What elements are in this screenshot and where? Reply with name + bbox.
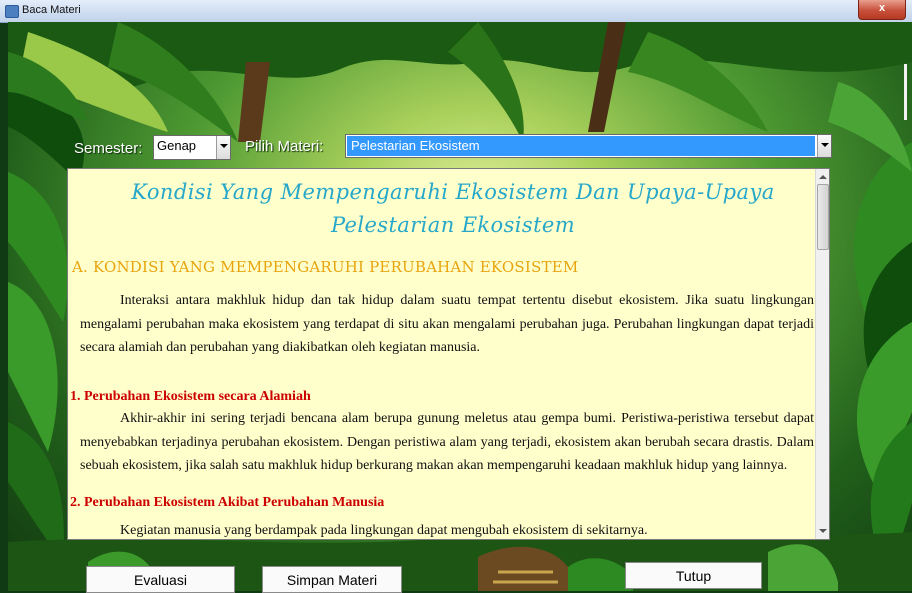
- scroll-down-icon[interactable]: [819, 529, 827, 533]
- section-heading-a: A. KONDISI YANG MEMPENGARUHI PERUBAHAN E…: [72, 258, 579, 276]
- scroll-up-icon[interactable]: [819, 175, 827, 179]
- chevron-down-icon[interactable]: [817, 135, 831, 157]
- window-titlebar: Baca Materi x: [0, 0, 912, 23]
- evaluasi-button[interactable]: Evaluasi: [86, 566, 235, 593]
- document-title: Kondisi Yang Mempengaruhi Ekosistem Dan …: [131, 180, 775, 237]
- paragraph-1: Interaksi antara makhluk hidup dan tak h…: [80, 293, 814, 355]
- materi-dropdown[interactable]: Pelestarian Ekosistem: [345, 134, 832, 158]
- semester-selected-value: Genap: [157, 138, 197, 153]
- semester-dropdown[interactable]: Genap: [153, 135, 231, 160]
- subheading-2: 2. Perubahan Ekosistem Akibat Perubahan …: [70, 495, 385, 510]
- app-icon: [5, 5, 19, 18]
- materi-selected-value: Pelestarian Ekosistem: [347, 136, 815, 156]
- simpan-materi-button[interactable]: Simpan Materi: [262, 566, 402, 593]
- materi-label: Pilih Materi:: [245, 138, 324, 155]
- close-button[interactable]: x: [858, 0, 906, 20]
- subheading-1: 1. Perubahan Ekosistem secara Alamiah: [70, 389, 311, 404]
- scroll-thumb[interactable]: [817, 184, 829, 250]
- tutup-button[interactable]: Tutup: [625, 562, 762, 589]
- paragraph-3: Kegiatan manusia yang berdampak pada lin…: [120, 523, 648, 538]
- material-reading-pane[interactable]: Kondisi Yang Mempengaruhi Ekosistem Dan …: [67, 168, 830, 540]
- chevron-down-icon[interactable]: [216, 136, 230, 159]
- window-scroll-indicator: [904, 64, 907, 120]
- vertical-scrollbar[interactable]: [815, 169, 829, 539]
- paragraph-2: Akhir-akhir ini sering terjadi bencana a…: [80, 411, 814, 473]
- window-title: Baca Materi: [22, 4, 81, 16]
- semester-label: Semester:: [74, 140, 143, 157]
